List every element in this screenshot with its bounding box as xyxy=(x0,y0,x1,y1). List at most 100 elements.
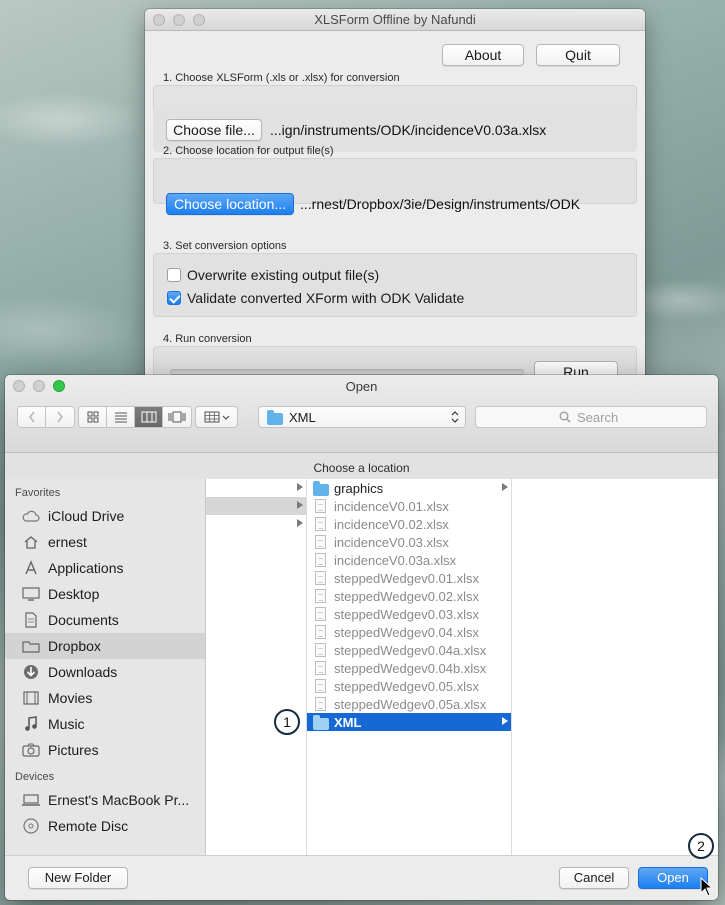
overwrite-label: Overwrite existing output file(s) xyxy=(187,267,380,283)
sidebar-item-label: ernest xyxy=(48,534,87,550)
file-row[interactable]: incidenceV0.01.xlsx xyxy=(307,497,511,515)
sidebar-item-label: Desktop xyxy=(48,586,100,602)
file-name: steppedWedgev0.05.xlsx xyxy=(334,678,480,694)
folder-row[interactable]: graphics xyxy=(307,479,511,497)
file-row[interactable]: steppedWedgev0.05a.xlsx xyxy=(307,695,511,713)
about-button[interactable]: About xyxy=(442,44,524,66)
sidebar-item-applications[interactable]: Applications xyxy=(5,555,205,581)
sidebar-item-desktop[interactable]: Desktop xyxy=(5,581,205,607)
file-row[interactable]: steppedWedgev0.03.xlsx xyxy=(307,605,511,623)
minimize-window-button[interactable] xyxy=(173,14,185,26)
sidebar-item-icloud-drive[interactable]: iCloud Drive xyxy=(5,503,205,529)
spreadsheet-file-icon xyxy=(315,697,326,711)
folder-icon xyxy=(267,409,283,425)
step3-group xyxy=(153,253,637,317)
file-name: graphics xyxy=(334,480,384,496)
cancel-button[interactable]: Cancel xyxy=(559,867,629,889)
close-window-button[interactable] xyxy=(153,14,165,26)
file-name: steppedWedgev0.03.xlsx xyxy=(334,606,480,622)
file-column: graphics incidenceV0.01.xlsx incidenceV0.0… xyxy=(307,479,512,855)
devices-heading: Devices xyxy=(15,771,55,783)
search-icon xyxy=(559,411,571,423)
file-name: steppedWedgev0.02.xlsx xyxy=(334,588,480,604)
xlsform-body: About Quit 1. Choose XLSForm (.xls or .x… xyxy=(145,31,645,389)
view-mode-control xyxy=(78,406,192,428)
sidebar-item-documents[interactable]: Documents xyxy=(5,607,205,633)
parent-row-selected[interactable] xyxy=(206,497,306,515)
search-input[interactable] xyxy=(577,409,623,425)
dialog-footer: New Folder Cancel Open xyxy=(5,855,718,900)
file-row[interactable]: steppedWedgev0.05.xlsx xyxy=(307,677,511,695)
list-view-button[interactable] xyxy=(107,407,135,427)
step4-label: 4. Run conversion xyxy=(163,333,252,345)
sidebar-item-music[interactable]: Music xyxy=(5,711,205,737)
sidebar-item-downloads[interactable]: Downloads xyxy=(5,659,205,685)
file-browser: Favorites iCloud Drive ernest Applications… xyxy=(5,479,718,855)
file-row[interactable]: incidenceV0.03.xlsx xyxy=(307,533,511,551)
file-row[interactable]: incidenceV0.03a.xlsx xyxy=(307,551,511,569)
sidebar-item-label: Applications xyxy=(48,560,124,576)
sidebar-item-label: Music xyxy=(48,716,85,732)
back-button[interactable] xyxy=(18,407,46,427)
sidebar-item-label: Ernest's MacBook Pr... xyxy=(48,792,190,808)
sidebar-item-ernest-s-macbook-pr[interactable]: Ernest's MacBook Pr... xyxy=(5,787,205,813)
forward-button[interactable] xyxy=(46,407,74,427)
icon-view-button[interactable] xyxy=(79,407,107,427)
arrange-grid-icon xyxy=(204,411,229,423)
choose-file-button[interactable]: Choose file... xyxy=(166,119,262,141)
file-name: incidenceV0.03.xlsx xyxy=(334,534,449,550)
spreadsheet-file-icon xyxy=(315,571,326,585)
sidebar-item-label: Documents xyxy=(48,612,119,628)
music-note-icon xyxy=(21,715,41,733)
sidebar-item-dropbox[interactable]: Dropbox xyxy=(5,633,205,659)
file-row[interactable]: steppedWedgev0.04b.xlsx xyxy=(307,659,511,677)
chevron-left-icon xyxy=(28,411,35,423)
disclosure-arrow-icon xyxy=(297,483,303,491)
annotation-marker-1: 1 xyxy=(274,709,300,735)
columns-icon xyxy=(141,411,156,423)
parent-row[interactable] xyxy=(206,515,306,533)
folder-icon xyxy=(313,480,329,496)
quit-button[interactable]: Quit xyxy=(536,44,620,66)
file-row[interactable]: steppedWedgev0.04a.xlsx xyxy=(307,641,511,659)
file-name: incidenceV0.01.xlsx xyxy=(334,498,449,514)
file-row[interactable]: steppedWedgev0.01.xlsx xyxy=(307,569,511,587)
sidebar-item-ernest[interactable]: ernest xyxy=(5,529,205,555)
coverflow-view-button[interactable] xyxy=(163,407,191,427)
sidebar-item-movies[interactable]: Movies xyxy=(5,685,205,711)
file-row[interactable]: steppedWedgev0.02.xlsx xyxy=(307,587,511,605)
parent-column xyxy=(206,479,307,855)
column-view-button[interactable] xyxy=(135,407,163,427)
search-field[interactable] xyxy=(475,406,707,428)
open-button[interactable]: Open xyxy=(638,867,708,889)
sidebar-item-pictures[interactable]: Pictures xyxy=(5,737,205,763)
arrange-button[interactable] xyxy=(195,406,238,428)
folder-row[interactable]: XML xyxy=(307,713,511,731)
selected-file-path: ...ign/instruments/ODK/incidenceV0.03a.x… xyxy=(270,122,547,138)
file-name: XML xyxy=(334,714,362,730)
path-popup[interactable]: XML xyxy=(258,406,466,428)
sidebar-item-label: iCloud Drive xyxy=(48,508,125,524)
home-icon xyxy=(21,533,41,551)
back-forward-control xyxy=(17,406,75,428)
overwrite-checkbox[interactable] xyxy=(167,268,181,282)
spreadsheet-file-icon xyxy=(315,643,326,657)
choose-location-button[interactable]: Choose location... xyxy=(166,193,294,215)
overwrite-option[interactable]: Overwrite existing output file(s) xyxy=(167,267,379,283)
folder-icon xyxy=(21,637,41,655)
zoom-window-button[interactable] xyxy=(193,14,205,26)
output-location-path: ...rnest/Dropbox/3ie/Design/instruments/… xyxy=(300,196,581,212)
file-row[interactable]: steppedWedgev0.04.xlsx xyxy=(307,623,511,641)
sidebar-item-label: Dropbox xyxy=(48,638,101,654)
file-row[interactable]: incidenceV0.02.xlsx xyxy=(307,515,511,533)
validate-checkbox[interactable] xyxy=(167,291,181,305)
new-folder-button[interactable]: New Folder xyxy=(28,867,128,889)
validate-option[interactable]: Validate converted XForm with ODK Valida… xyxy=(167,290,464,306)
window-controls xyxy=(153,14,205,26)
sidebar-item-label: Downloads xyxy=(48,664,118,680)
file-name: steppedWedgev0.04a.xlsx xyxy=(334,642,487,658)
sidebar-item-remote-disc[interactable]: Remote Disc xyxy=(5,813,205,839)
updown-chevron-icon xyxy=(451,411,459,423)
parent-row[interactable] xyxy=(206,479,306,497)
disclosure-arrow-icon xyxy=(297,501,303,509)
